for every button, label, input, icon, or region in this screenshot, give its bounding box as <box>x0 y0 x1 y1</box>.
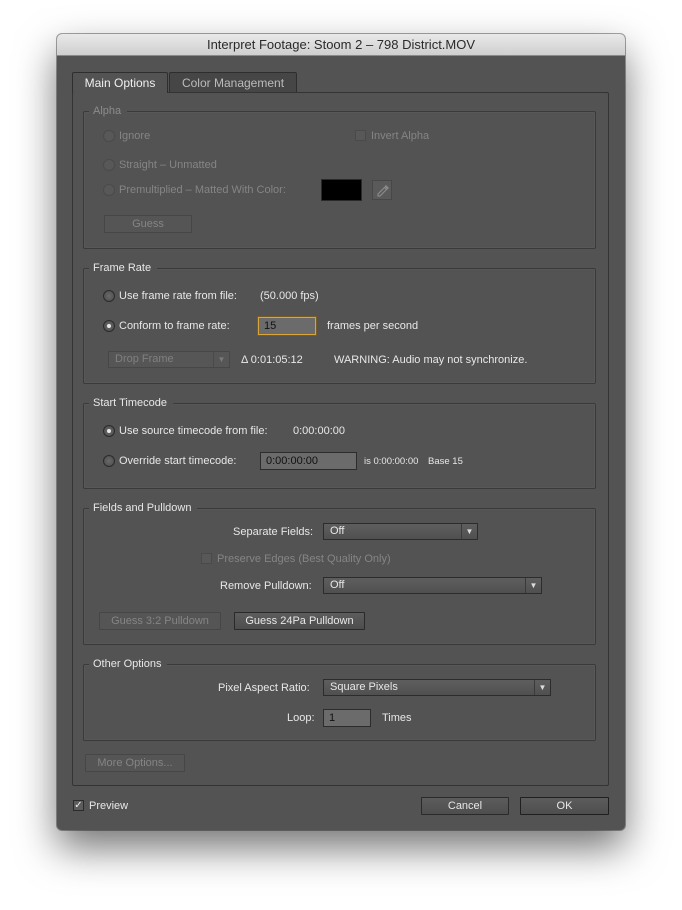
pixel-aspect-ratio-label: Pixel Aspect Ratio: <box>218 682 310 694</box>
more-options-button[interactable]: More Options... <box>85 754 185 772</box>
alpha-straight-label: Straight – Unmatted <box>119 159 217 171</box>
interpret-footage-dialog: Interpret Footage: Stoom 2 – 798 Distric… <box>57 34 625 830</box>
tab-main-options[interactable]: Main Options <box>72 72 168 93</box>
chevron-down-icon: ▼ <box>525 578 541 593</box>
checkmark-icon: ✓ <box>74 800 83 811</box>
file-fps-value: (50.000 fps) <box>260 290 319 302</box>
audio-sync-warning: WARNING: Audio may not synchronize. <box>334 354 528 366</box>
fields-pulldown-legend: Fields and Pulldown <box>89 501 198 515</box>
invert-alpha-label: Invert Alpha <box>371 130 430 142</box>
use-source-timecode-radio[interactable] <box>103 425 115 437</box>
other-options-group <box>83 664 596 741</box>
fps-unit-label: frames per second <box>327 320 419 332</box>
preserve-edges-label: Preserve Edges (Best Quality Only) <box>217 553 391 565</box>
eyedropper-button[interactable] <box>372 180 392 200</box>
remove-pulldown-label: Remove Pulldown: <box>220 580 312 592</box>
other-options-legend: Other Options <box>89 657 168 671</box>
ok-button[interactable]: OK <box>520 797 609 815</box>
conform-fps-input[interactable]: 15 <box>258 317 316 335</box>
start-timecode-group <box>83 403 596 489</box>
matte-color-swatch[interactable] <box>321 179 362 201</box>
loop-unit-label: Times <box>382 712 412 724</box>
preserve-edges-checkbox[interactable] <box>201 553 212 564</box>
chevron-down-icon: ▼ <box>534 680 550 695</box>
start-timecode-legend: Start Timecode <box>89 396 173 410</box>
preview-checkbox[interactable]: ✓ <box>73 800 84 811</box>
eyedropper-icon <box>377 185 389 197</box>
override-timecode-radio[interactable] <box>103 455 115 467</box>
alpha-ignore-radio[interactable] <box>103 130 115 142</box>
pixel-aspect-ratio-select[interactable]: Square Pixels ▼ <box>323 679 551 696</box>
alpha-guess-button[interactable]: Guess <box>104 215 192 233</box>
alpha-legend: Alpha <box>89 104 128 118</box>
override-timecode-label: Override start timecode: <box>119 455 237 467</box>
drop-frame-select-value: Drop Frame <box>115 353 174 365</box>
separate-fields-value: Off <box>330 525 345 537</box>
drop-frame-select[interactable]: Drop Frame ▼ <box>108 351 230 368</box>
separate-fields-select[interactable]: Off ▼ <box>323 523 478 540</box>
alpha-ignore-label: Ignore <box>119 130 151 142</box>
chevron-down-icon: ▼ <box>461 524 477 539</box>
use-file-frame-rate-label: Use frame rate from file: <box>119 290 237 302</box>
cancel-button[interactable]: Cancel <box>421 797 509 815</box>
tab-color-management[interactable]: Color Management <box>169 72 297 92</box>
source-timecode-value: 0:00:00:00 <box>293 425 345 437</box>
timecode-base-text: Base 15 <box>428 456 463 467</box>
use-file-frame-rate-radio[interactable] <box>103 290 115 302</box>
remove-pulldown-value: Off <box>330 579 345 591</box>
alpha-premultiplied-label: Premultiplied – Matted With Color: <box>119 184 286 196</box>
window-title: Interpret Footage: Stoom 2 – 798 Distric… <box>57 34 625 56</box>
remove-pulldown-select[interactable]: Off ▼ <box>323 577 542 594</box>
alpha-premultiplied-radio[interactable] <box>103 184 115 196</box>
chevron-down-icon: ▼ <box>213 352 229 367</box>
loop-input[interactable]: 1 <box>323 709 371 727</box>
preview-label: Preview <box>89 800 129 812</box>
conform-frame-rate-radio[interactable] <box>103 320 115 332</box>
duration-readout: Δ 0:01:05:12 <box>241 354 303 366</box>
frame-rate-legend: Frame Rate <box>89 261 158 275</box>
pixel-aspect-ratio-value: Square Pixels <box>330 681 398 693</box>
separate-fields-label: Separate Fields: <box>233 526 314 538</box>
timecode-is-text: is 0:00:00:00 <box>364 456 419 467</box>
conform-frame-rate-label: Conform to frame rate: <box>119 320 230 332</box>
use-source-timecode-label: Use source timecode from file: <box>119 425 268 437</box>
guess-32-pulldown-button[interactable]: Guess 3:2 Pulldown <box>99 612 221 630</box>
guess-24pa-pulldown-button[interactable]: Guess 24Pa Pulldown <box>234 612 365 630</box>
override-timecode-input[interactable]: 0:00:00:00 <box>260 452 357 470</box>
loop-label: Loop: <box>287 712 315 724</box>
alpha-straight-radio[interactable] <box>103 159 115 171</box>
invert-alpha-checkbox[interactable] <box>355 130 366 141</box>
